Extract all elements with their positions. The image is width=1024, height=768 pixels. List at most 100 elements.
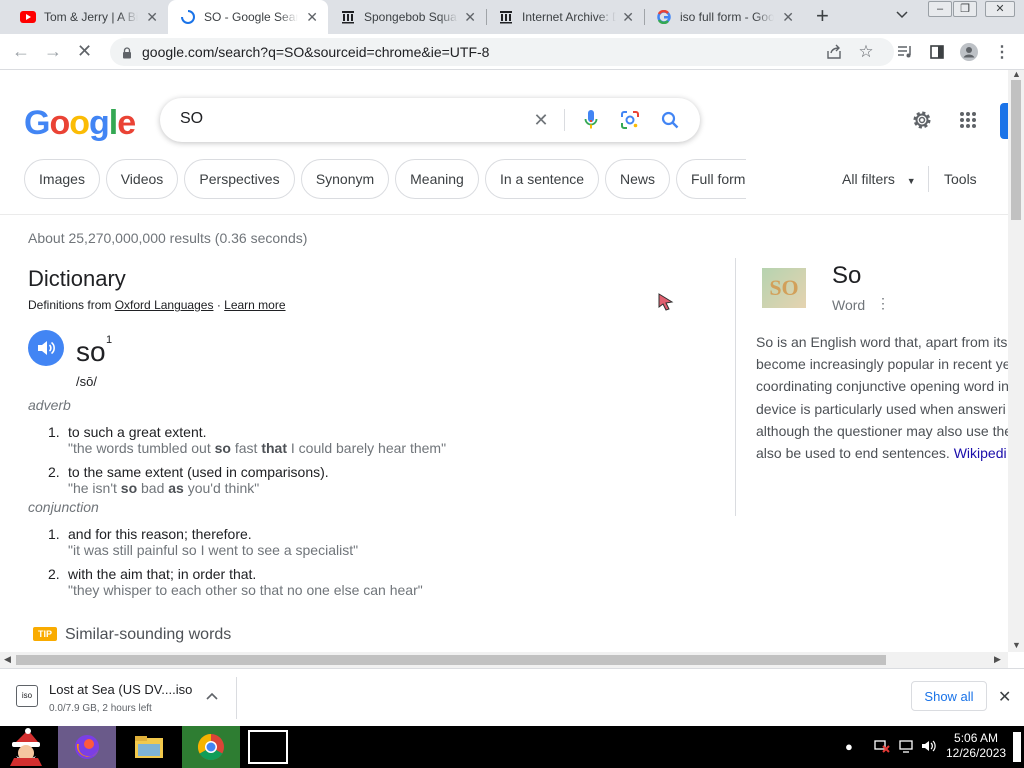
example-part: bad <box>137 480 169 496</box>
knowledge-panel-thumbnail[interactable]: SO <box>762 268 806 308</box>
definition-text: with the aim that; in order that. <box>68 566 257 582</box>
description-text: also be used to end sentences. <box>756 445 954 462</box>
sign-in-button[interactable] <box>1000 103 1008 139</box>
lock-icon[interactable] <box>122 46 132 59</box>
taskbar-file-explorer[interactable] <box>120 726 178 768</box>
tab-title: SO - Google Search <box>204 10 298 24</box>
scroll-up-arrow-icon[interactable]: ▲ <box>1012 69 1021 79</box>
header-divider <box>0 214 1008 215</box>
tray-dot-icon[interactable]: ● <box>845 739 853 754</box>
tools-button[interactable]: Tools <box>944 171 977 187</box>
download-shelf: iso Lost at Sea (US DV....iso 0.0/7.9 GB… <box>0 668 1024 726</box>
tab-spongebob[interactable]: Spongebob Squa ✕ <box>328 0 486 34</box>
definition: 1. and for this reason; therefore. <box>48 526 252 542</box>
tab-iso-full-form[interactable]: iso full form - Goo ✕ <box>644 0 804 34</box>
network-error-icon[interactable] <box>874 739 890 756</box>
knowledge-panel-title: So <box>832 262 862 289</box>
chip-full-form[interactable]: Full form <box>676 159 746 199</box>
tab-close-icon[interactable]: ✕ <box>306 10 318 24</box>
google-icon <box>656 9 672 25</box>
taskbar-chrome[interactable] <box>182 726 240 768</box>
back-icon[interactable]: ← <box>12 41 30 61</box>
chip-images[interactable]: Images <box>24 159 100 199</box>
scroll-down-arrow-icon[interactable]: ▼ <box>1012 640 1021 650</box>
firefox-icon <box>75 735 99 759</box>
tab-internet-archive[interactable]: Internet Archive: D ✕ <box>486 0 644 34</box>
similar-sounding-words-heading[interactable]: Similar-sounding words <box>65 626 231 644</box>
all-filters-button[interactable]: All filters ▼ <box>842 171 916 187</box>
show-desktop-button[interactable] <box>1013 732 1021 762</box>
start-button-santa-icon[interactable] <box>0 726 52 768</box>
show-all-downloads-button[interactable]: Show all <box>911 681 987 711</box>
chip-synonym[interactable]: Synonym <box>301 159 389 199</box>
example-bold: that <box>261 440 287 456</box>
forward-icon[interactable]: → <box>44 41 62 61</box>
restore-icon[interactable]: ❐ <box>953 1 977 17</box>
chip-perspectives[interactable]: Perspectives <box>184 159 295 199</box>
voice-search-icon[interactable] <box>579 108 603 132</box>
tab-close-icon[interactable]: ✕ <box>464 10 476 24</box>
result-stats: About 25,270,000,000 results (0.36 secon… <box>28 230 308 246</box>
pronunciation-speaker-icon[interactable] <box>28 330 64 366</box>
vertical-scrollbar-thumb[interactable] <box>1011 80 1021 220</box>
volume-icon[interactable] <box>921 739 937 756</box>
more-options-icon[interactable]: ⋮ <box>876 295 890 312</box>
phonetic: /sō/ <box>76 374 97 389</box>
windows-taskbar: ● 5:06 AM 12/26/2023 <box>0 726 1024 768</box>
tab-close-icon[interactable]: ✕ <box>622 10 634 24</box>
system-clock[interactable]: 5:06 AM 12/26/2023 <box>946 731 1006 761</box>
close-window-icon[interactable]: ✕ <box>985 1 1015 17</box>
wikipedia-link[interactable]: Wikipedi <box>954 445 1007 461</box>
horizontal-scrollbar[interactable]: ◀ ▶ <box>0 652 1008 668</box>
example-part: fast <box>230 440 262 456</box>
headword-superscript: 1 <box>106 334 113 346</box>
taskbar-blank-window[interactable] <box>246 726 290 768</box>
headword: so <box>76 336 106 367</box>
tab-tom-and-jerry[interactable]: Tom & Jerry | A Bi ✕ <box>8 0 168 34</box>
new-tab-icon[interactable]: + <box>816 5 829 27</box>
chip-meaning[interactable]: Meaning <box>395 159 479 199</box>
search-icon[interactable] <box>658 108 682 132</box>
google-logo[interactable]: Google <box>24 104 136 143</box>
side-panel-icon[interactable] <box>928 43 946 61</box>
learn-more-link[interactable]: Learn more <box>224 298 285 312</box>
stop-icon[interactable]: ✕ <box>77 41 92 61</box>
knowledge-panel-divider <box>735 258 736 516</box>
chip-news[interactable]: News <box>605 159 670 199</box>
share-icon[interactable] <box>825 43 843 61</box>
close-shelf-icon[interactable]: ✕ <box>998 687 1011 707</box>
media-controls-icon[interactable] <box>896 43 914 61</box>
settings-gear-icon[interactable] <box>910 108 934 132</box>
display-icon[interactable] <box>898 739 914 756</box>
google-apps-icon[interactable] <box>956 108 980 132</box>
chip-in-a-sentence[interactable]: In a sentence <box>485 159 599 199</box>
tab-close-icon[interactable]: ✕ <box>782 10 794 24</box>
download-filename[interactable]: Lost at Sea (US DV....iso <box>49 682 192 697</box>
definition-example: "they whisper to each other so that no o… <box>68 582 423 598</box>
scroll-right-arrow-icon[interactable]: ▶ <box>994 654 1001 665</box>
oxford-languages-link[interactable]: Oxford Languages <box>115 298 214 312</box>
tab-so-google-search[interactable]: SO - Google Search ✕ <box>168 0 328 34</box>
lens-search-icon[interactable] <box>618 108 642 132</box>
scroll-left-arrow-icon[interactable]: ◀ <box>4 654 11 665</box>
tip-badge: TIP <box>33 627 57 641</box>
bookmark-star-icon[interactable]: ☆ <box>857 42 875 61</box>
horizontal-scrollbar-thumb[interactable] <box>16 655 886 665</box>
example-part: "the words tumbled out <box>68 440 215 456</box>
chrome-menu-icon[interactable]: ⋮ <box>993 43 1011 61</box>
vertical-scrollbar[interactable]: ▲ ▼ <box>1008 69 1024 652</box>
caret-down-icon: ▼ <box>906 176 916 186</box>
tab-search-chevron-icon[interactable] <box>896 8 908 22</box>
description-line: device is particularly used when answeri <box>756 400 1006 417</box>
download-options-chevron-icon[interactable] <box>206 689 218 703</box>
chip-videos[interactable]: Videos <box>106 159 178 199</box>
clear-search-icon[interactable]: ✕ <box>529 108 553 132</box>
search-input[interactable]: SO <box>180 110 203 128</box>
profile-avatar-icon[interactable] <box>960 43 978 61</box>
tab-close-icon[interactable]: ✕ <box>146 10 158 24</box>
search-box[interactable]: SO ✕ <box>160 98 700 142</box>
address-bar[interactable]: google.com/search?q=SO&sourceid=chrome&i… <box>110 38 894 66</box>
minimize-icon[interactable]: ‒ <box>928 1 952 17</box>
taskbar-firefox[interactable] <box>58 726 116 768</box>
knowledge-panel-subtitle: Word <box>832 297 866 313</box>
